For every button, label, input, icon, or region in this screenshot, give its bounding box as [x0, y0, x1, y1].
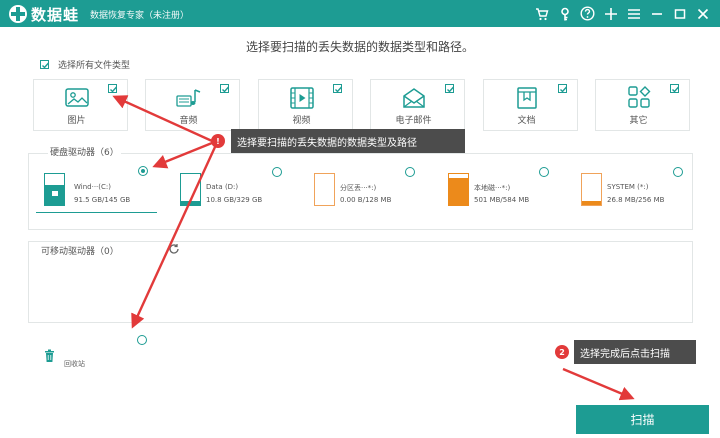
other-icon	[628, 86, 651, 108]
image-icon	[65, 88, 89, 107]
file-type-label: 视频	[292, 116, 311, 126]
hard-drive-title: 硬盘驱动器（6）	[48, 145, 121, 158]
recycle-bin-label: 回收站	[64, 360, 85, 368]
file-type-label: 文档	[517, 116, 536, 126]
removable-drive-section	[28, 241, 693, 323]
drive-name: Wind···(C:)	[74, 183, 111, 191]
audio-checkbox[interactable]	[220, 84, 230, 93]
video-icon	[290, 87, 314, 109]
audio-icon	[176, 89, 201, 107]
tip1-badge: !	[211, 134, 225, 148]
image-checkbox[interactable]	[108, 84, 118, 93]
checkbox-icon	[40, 60, 50, 69]
drive-size: 91.5 GB/145 GB	[74, 196, 131, 204]
drive-local-bar	[448, 173, 469, 206]
tip1-callout: 选择要扫描的丢失数据的数据类型及路径	[231, 129, 465, 153]
file-type-label: 音频	[179, 116, 198, 126]
tip2-callout: 选择完成后点击扫描	[574, 340, 696, 364]
plus-icon[interactable]	[599, 0, 622, 27]
menu-icon[interactable]	[622, 0, 645, 27]
select-all-checkbox[interactable]: 选择所有文件类型	[40, 58, 130, 71]
drive-lost-bar	[314, 173, 335, 206]
app-name: 数据蛙	[31, 6, 80, 24]
minimize-icon[interactable]	[645, 0, 668, 27]
drive-c-bar	[44, 173, 65, 206]
document-icon	[517, 87, 537, 109]
drive-d-radio[interactable]	[272, 167, 282, 177]
drive-name: SYSTEM (*:)	[607, 183, 649, 191]
drive-name: Data (D:)	[206, 183, 239, 191]
document-checkbox[interactable]	[558, 84, 568, 93]
video-checkbox[interactable]	[333, 84, 343, 93]
drive-lost-radio[interactable]	[405, 167, 415, 177]
maximize-icon[interactable]	[668, 0, 691, 27]
drive-local-radio[interactable]	[539, 167, 549, 177]
file-type-label: 图片	[67, 116, 86, 126]
drive-system-radio[interactable]	[673, 167, 683, 177]
scan-button[interactable]: 扫描	[576, 405, 709, 434]
title-bar: 数据蛙 数据恢复专家（未注册）	[0, 0, 720, 27]
removable-drive-title: 可移动驱动器（0）	[41, 247, 119, 257]
select-all-label: 选择所有文件类型	[58, 61, 131, 71]
refresh-icon[interactable]	[168, 243, 180, 255]
email-checkbox[interactable]	[445, 84, 455, 93]
file-type-image[interactable]: 图片	[33, 79, 128, 131]
file-type-label: 电子邮件	[395, 116, 432, 126]
app-logo-icon	[9, 5, 27, 23]
cart-icon[interactable]	[530, 0, 553, 27]
file-type-video[interactable]: 视频	[258, 79, 353, 131]
app-subtitle: 数据恢复专家（未注册）	[90, 11, 190, 21]
drive-d-bar	[180, 173, 201, 206]
drive-name: 分区丢···*:)	[340, 184, 377, 192]
recycle-bin-icon[interactable]	[44, 349, 55, 363]
email-icon	[403, 88, 425, 108]
file-type-email[interactable]: 电子邮件	[370, 79, 465, 131]
other-checkbox[interactable]	[670, 84, 680, 93]
file-type-other[interactable]: 其它	[595, 79, 690, 131]
drive-size: 10.8 GB/329 GB	[206, 196, 263, 204]
recycle-bin-radio[interactable]	[137, 335, 147, 345]
drive-name: 本地磁···*:)	[474, 184, 511, 192]
drive-size: 26.8 MB/256 MB	[607, 196, 665, 204]
close-icon[interactable]	[691, 0, 714, 27]
drive-size: 0.00 B/128 MB	[340, 196, 392, 204]
file-type-label: 其它	[629, 116, 648, 126]
key-icon[interactable]	[553, 0, 576, 27]
tip2-badge: 2	[555, 345, 569, 359]
window-toolbar	[530, 0, 714, 27]
file-type-audio[interactable]: 音频	[145, 79, 240, 131]
file-type-document[interactable]: 文档	[483, 79, 578, 131]
drive-size: 501 MB/584 MB	[474, 196, 530, 204]
drive-c-radio[interactable]	[138, 166, 148, 176]
help-icon[interactable]	[576, 0, 599, 27]
page-heading: 选择要扫描的丢失数据的数据类型和路径。	[245, 40, 474, 54]
drive-system-bar	[581, 173, 602, 206]
